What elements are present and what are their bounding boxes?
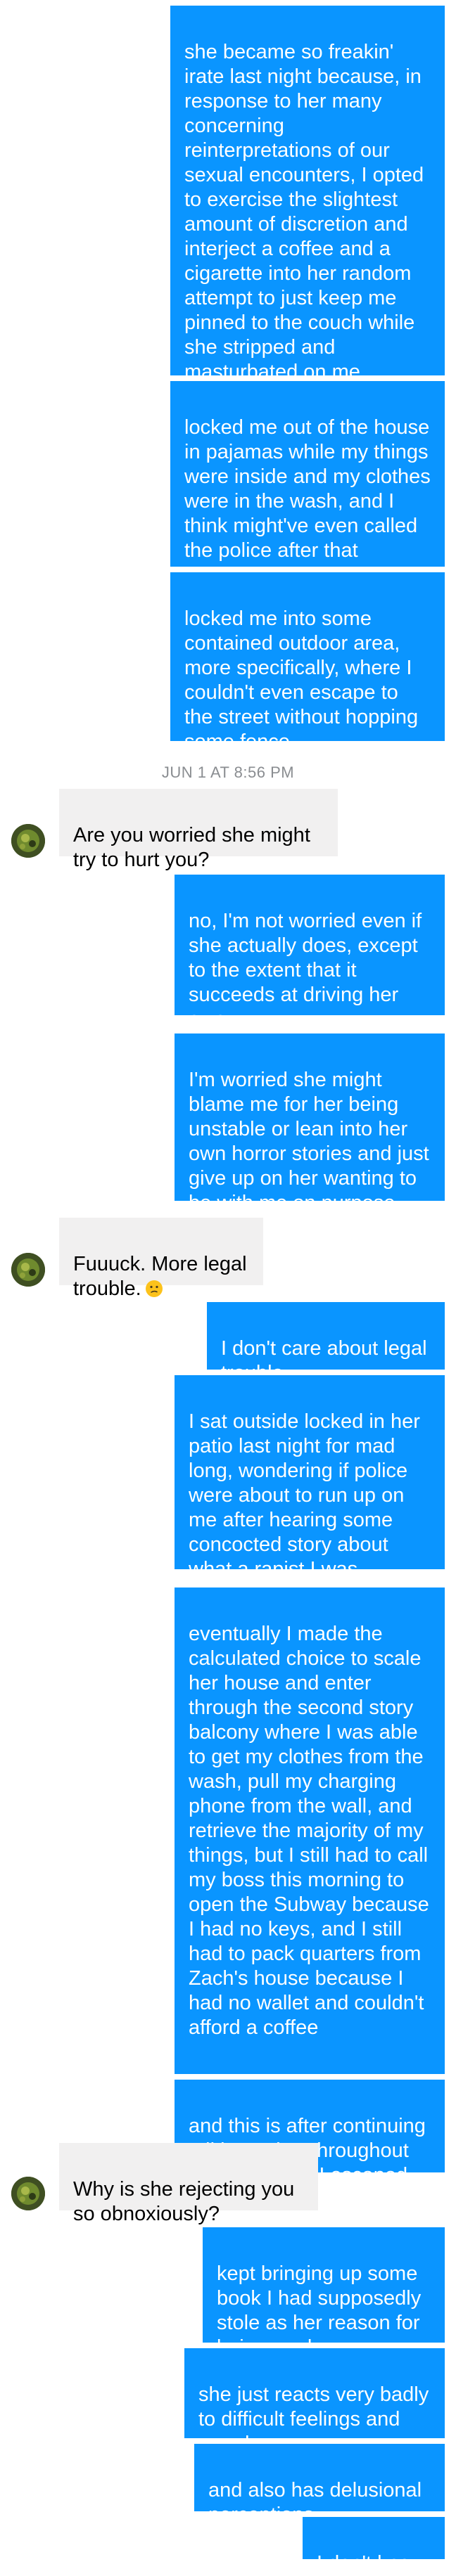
message-text: kept bringing up some book I had suppose… — [217, 2262, 422, 2359]
message-text: eventually I made the calculated choice … — [189, 1623, 429, 2039]
confused-face-emoji-icon — [144, 1279, 164, 1299]
outgoing-message[interactable]: she became so freakin' irate last night … — [170, 6, 445, 383]
incoming-message[interactable]: Are you worried she might try to hurt yo… — [59, 789, 338, 871]
contact-avatar[interactable] — [11, 2177, 45, 2210]
contact-avatar[interactable] — [11, 1253, 45, 1287]
message-text: I sat outside locked in her patio last n… — [189, 1410, 420, 1580]
incoming-message[interactable]: Why is she rejecting you so obnoxiously? — [59, 2143, 318, 2225]
outgoing-message[interactable]: I sat outside locked in her patio last n… — [175, 1375, 445, 1580]
outgoing-message[interactable]: locked me into some contained outdoor ar… — [170, 572, 445, 753]
outgoing-message[interactable]: I don't care about legal trouble — [207, 1302, 445, 1384]
outgoing-message[interactable]: no, I'm not worried even if she actually… — [175, 875, 445, 1031]
message-thread: she became so freakin' irate last night … — [0, 0, 456, 2575]
message-text: locked me into some contained outdoor ar… — [184, 607, 419, 753]
outgoing-message[interactable]: locked me out of the house in pajamas wh… — [170, 381, 445, 567]
message-text: Why is she rejecting you so obnoxiously? — [73, 2178, 295, 2225]
outgoing-message[interactable]: she just reacts very badly to difficult … — [184, 2348, 445, 2455]
message-text: she became so freakin' irate last night … — [184, 41, 424, 383]
outgoing-message[interactable]: I don't know — [303, 2517, 445, 2575]
timestamp-divider: JUN 1 AT 8:56 PM — [161, 764, 295, 781]
contact-avatar[interactable] — [11, 824, 45, 858]
message-text: locked me out of the house in pajamas wh… — [184, 416, 431, 562]
outgoing-message[interactable]: and also has delusional perceptions — [194, 2444, 445, 2526]
incoming-message[interactable]: Fuuuck. More legal trouble. — [59, 1218, 263, 1300]
outgoing-message[interactable]: I'm worried she might blame me for her b… — [175, 1033, 445, 1214]
outgoing-message[interactable]: kept bringing up some book I had suppose… — [203, 2227, 445, 2359]
outgoing-message[interactable]: eventually I made the calculated choice … — [175, 1588, 445, 2074]
message-text: I don't know — [317, 2552, 425, 2575]
message-text: I'm worried she might blame me for her b… — [189, 1069, 429, 1214]
message-text: Are you worried she might try to hurt yo… — [73, 824, 310, 871]
message-text: no, I'm not worried even if she actually… — [189, 910, 422, 1031]
